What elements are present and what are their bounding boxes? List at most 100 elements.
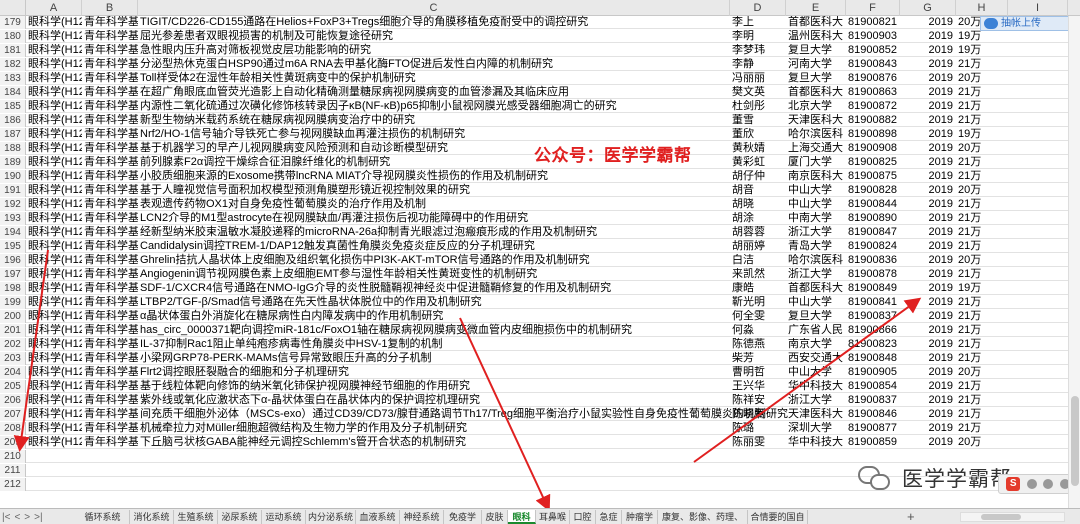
cell-e[interactable]: 河南大学 (788, 58, 846, 71)
cell-f[interactable]: 81900824 (848, 240, 900, 253)
column-header-g[interactable]: G (900, 0, 956, 16)
cell-g[interactable]: 2019 (900, 338, 956, 351)
cell-a[interactable]: 眼科学(H12 (28, 156, 82, 169)
row-number[interactable]: 204 (0, 366, 26, 379)
cell-f[interactable]: 81900876 (848, 72, 900, 85)
cell-g[interactable]: 2019 (900, 72, 956, 85)
cell-d[interactable]: 来凯然 (732, 268, 786, 281)
cell-f[interactable]: 81900847 (848, 226, 900, 239)
cell-h[interactable]: 21万 (958, 310, 998, 323)
cell-b[interactable]: 青年科学基 (84, 394, 138, 407)
row-number[interactable]: 187 (0, 128, 26, 141)
row-number[interactable]: 185 (0, 100, 26, 113)
cell-f[interactable]: 81900837 (848, 394, 900, 407)
cell-h[interactable]: 21万 (958, 100, 998, 113)
row-number[interactable]: 206 (0, 394, 26, 407)
cell-b[interactable]: 青年科学基 (84, 30, 138, 43)
column-header-f[interactable]: F (846, 0, 900, 16)
cell-g[interactable]: 2019 (900, 240, 956, 253)
cell-a[interactable]: 眼科学(H12 (28, 324, 82, 337)
cell-h[interactable]: 21万 (958, 58, 998, 71)
cell-a[interactable]: 眼科学(H12 (28, 184, 82, 197)
row-number[interactable]: 207 (0, 408, 26, 421)
cell-d[interactable]: 柴芳 (732, 352, 786, 365)
cell-c[interactable] (140, 464, 730, 477)
cell-e[interactable]: 天津医科大 (788, 408, 846, 421)
cell-g[interactable]: 2019 (900, 282, 956, 295)
cell-e[interactable]: 复旦大学 (788, 44, 846, 57)
cell-b[interactable]: 青年科学基 (84, 268, 138, 281)
cell-c[interactable]: SDF-1/CXCR4信号通路在NMO-IgG介导的炎性脱髓鞘视神经炎中促进髓鞘… (140, 282, 730, 295)
cell-a[interactable]: 眼科学(H12 (28, 226, 82, 239)
cell-f[interactable]: 81900854 (848, 380, 900, 393)
cell-b[interactable] (84, 450, 138, 463)
cell-b[interactable]: 青年科学基 (84, 324, 138, 337)
cell-e[interactable]: 华中科技大 (788, 436, 846, 449)
cell-g[interactable]: 2019 (900, 380, 956, 393)
cell-h[interactable]: 21万 (958, 170, 998, 183)
cell-e[interactable]: 首都医科大 (788, 86, 846, 99)
cell-d[interactable]: 曹明哲 (732, 366, 786, 379)
cell-f[interactable]: 81900875 (848, 170, 900, 183)
cell-a[interactable]: 眼科学(H12 (28, 212, 82, 225)
cell-d[interactable]: 胡丽婷 (732, 240, 786, 253)
row-number[interactable]: 198 (0, 282, 26, 295)
cell-d[interactable]: 何淼 (732, 324, 786, 337)
cell-g[interactable]: 2019 (900, 436, 956, 449)
cell-f[interactable]: 81900882 (848, 114, 900, 127)
cell-g[interactable]: 2019 (900, 100, 956, 113)
sheet-tab[interactable]: 内分泌系统 (306, 510, 356, 524)
cell-d[interactable]: 黄彩虹 (732, 156, 786, 169)
cell-c[interactable]: 表观遗传药物OX1对自身免疫性葡萄膜炎的治疗作用及机制 (140, 198, 730, 211)
vertical-scrollbar[interactable] (1068, 16, 1080, 508)
cell-b[interactable]: 青年科学基 (84, 366, 138, 379)
cell-a[interactable]: 眼科学(H12 (28, 394, 82, 407)
cell-h[interactable]: 20万 (958, 184, 998, 197)
cell-c[interactable]: has_circ_0000371靶向调控miR-181c/FoxO1轴在糖尿病视… (140, 324, 730, 337)
cell-d[interactable]: 胡仔仲 (732, 170, 786, 183)
cell-f[interactable]: 81900852 (848, 44, 900, 57)
cell-a[interactable]: 眼科学(H12 (28, 352, 82, 365)
cell-f[interactable]: 81900828 (848, 184, 900, 197)
cell-d[interactable]: 李梦玮 (732, 44, 786, 57)
cell-f[interactable]: 81900866 (848, 324, 900, 337)
cell-a[interactable]: 眼科学(H12 (28, 58, 82, 71)
cell-h[interactable]: 21万 (958, 226, 998, 239)
cell-e[interactable]: 中山大学 (788, 198, 846, 211)
cell-b[interactable]: 青年科学基 (84, 310, 138, 323)
row-number[interactable]: 184 (0, 86, 26, 99)
cell-a[interactable]: 眼科学(H12 (28, 254, 82, 267)
cell-d[interactable]: 陈丽雯 (732, 436, 786, 449)
cell-h[interactable]: 19万 (958, 128, 998, 141)
cell-f[interactable]: 81900844 (848, 198, 900, 211)
cell-e[interactable]: 复旦大学 (788, 72, 846, 85)
cell-h[interactable]: 21万 (958, 156, 998, 169)
cell-h[interactable]: 21万 (958, 422, 998, 435)
cell-a[interactable]: 眼科学(H12 (28, 436, 82, 449)
cell-e[interactable]: 青岛大学 (788, 240, 846, 253)
sheet-tab[interactable]: 耳鼻喉 (536, 510, 570, 524)
row-number[interactable]: 199 (0, 296, 26, 309)
prev-sheet-button[interactable]: < (14, 512, 20, 523)
cell-c[interactable]: Angiogenin调节视网膜色素上皮细胞EMT参与湿性年龄相关性黄斑变性的机制… (140, 268, 730, 281)
row-number[interactable]: 179 (0, 16, 26, 29)
cell-b[interactable]: 青年科学基 (84, 72, 138, 85)
cell-c[interactable]: 机械牵拉力对Müller细胞超微结构及生物力学的作用及分子机制研究 (140, 422, 730, 435)
row-number[interactable]: 208 (0, 422, 26, 435)
cell-h[interactable]: 21万 (958, 212, 998, 225)
row-number[interactable]: 211 (0, 464, 26, 477)
cell-e[interactable]: 首都医科大 (788, 282, 846, 295)
cell-d[interactable] (732, 478, 786, 491)
cell-d[interactable]: 白洁 (732, 254, 786, 267)
row-number[interactable]: 188 (0, 142, 26, 155)
cell-c[interactable]: 小胶质细胞来源的Exosome携带lncRNA MIAT介导视网膜炎性损伤的作用… (140, 170, 730, 183)
cell-f[interactable]: 81900903 (848, 30, 900, 43)
cell-b[interactable]: 青年科学基 (84, 352, 138, 365)
cell-g[interactable]: 2019 (900, 128, 956, 141)
cell-d[interactable]: 陈璐 (732, 422, 786, 435)
cell-d[interactable]: 董欣 (732, 128, 786, 141)
cell-e[interactable]: 中山大学 (788, 184, 846, 197)
cell-h[interactable]: 20万 (958, 436, 998, 449)
vertical-scroll-thumb[interactable] (1071, 396, 1079, 486)
sheet-tab[interactable]: 生殖系统 (174, 510, 218, 524)
